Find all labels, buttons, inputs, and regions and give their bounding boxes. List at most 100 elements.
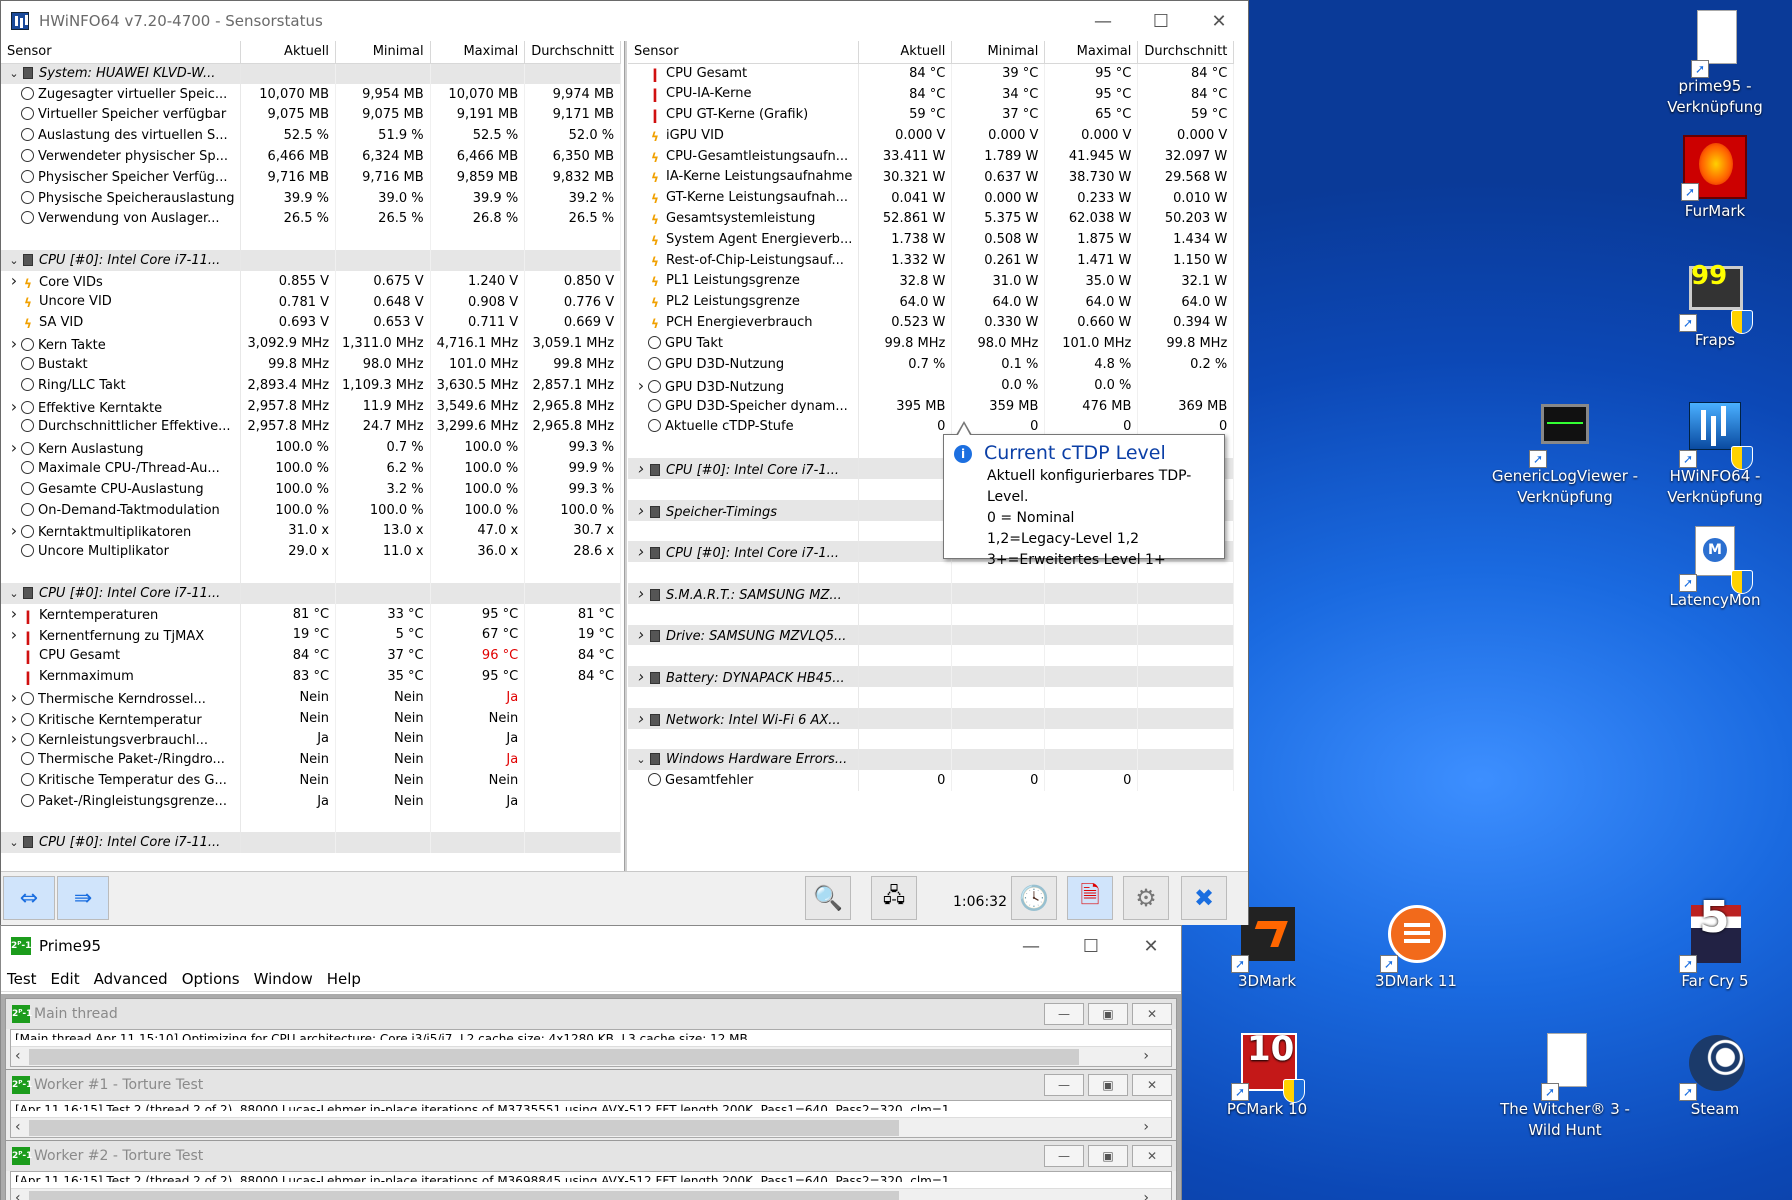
menu-options[interactable]: Options <box>182 970 240 988</box>
horizontal-scrollbar[interactable]: ‹ › <box>11 1188 1171 1200</box>
chevron-right-icon[interactable]: › <box>634 501 648 520</box>
collapse-all-button[interactable]: ⇛ <box>57 876 109 920</box>
sensor-row[interactable]: Ring/LLC Takt 2,893.4 MHz 1,109.3 MHz 3,630… <box>1 374 622 396</box>
menu-window[interactable]: Window <box>254 970 313 988</box>
reset-timer-button[interactable]: 🕓 <box>1011 876 1057 920</box>
chevron-down-icon[interactable]: ⌄ <box>634 753 648 766</box>
column-header[interactable]: Maximal <box>1044 41 1139 64</box>
desktop-icon-latencymon[interactable]: M ➚ LatencyMon <box>1640 524 1790 611</box>
scrollbar-thumb[interactable] <box>29 1120 899 1136</box>
sensor-row[interactable]: ϟ CPU-Gesamtleistungsaufn... 33.411 W 1.789… <box>628 146 1235 167</box>
minimize-button[interactable]: — <box>1044 1074 1084 1096</box>
report-button[interactable]: 🔍 <box>805 876 851 920</box>
sensor-row[interactable]: › Effektive Kerntakte 2,957.8 MHz 11.9 MHz 3… <box>1 395 622 417</box>
sensor-row[interactable]: ϟ iGPU VID 0.000 V 0.000 V 0.000 V 0.000 V <box>628 125 1235 147</box>
chevron-right-icon[interactable]: › <box>7 397 21 416</box>
column-header[interactable]: Durchschnitt <box>1137 41 1235 64</box>
horizontal-scrollbar[interactable]: ‹ › <box>11 1117 1171 1137</box>
chevron-right-icon[interactable]: › <box>634 625 648 644</box>
sensor-group-row[interactable]: › Battery: DYNAPACK HB45... <box>628 666 1235 687</box>
sensor-row[interactable]: Verwendung von Auslager... 26.5 % 26.5 % 26… <box>1 208 622 230</box>
close-button[interactable]: ✕ <box>1190 1 1248 41</box>
logging-button[interactable]: 🗎 <box>1067 876 1113 920</box>
sensor-row[interactable]: ϟ GT-Kerne Leistungsaufnah... 0.041 W 0.000… <box>628 187 1235 209</box>
desktop-icon-genericlogviewer[interactable]: ➚ GenericLogViewer - Verknüpfung <box>1490 400 1640 508</box>
desktop-icon-pcmark10[interactable]: 10 ➚ PCMark 10 <box>1192 1032 1342 1120</box>
chevron-right-icon[interactable]: › <box>7 521 21 540</box>
desktop-icon-fraps[interactable]: 99 ➚ Fraps <box>1640 263 1790 351</box>
sensor-row[interactable]: GPU D3D-Speicher dynam... 395 MB 359 MB 476… <box>628 395 1235 417</box>
sensor-row[interactable]: ǀ CPU Gesamt 84 °C 39 °C 95 °C 84 °C <box>628 63 1235 84</box>
chevron-right-icon[interactable]: › <box>634 459 648 478</box>
sensor-row[interactable]: Gesamte CPU-Auslastung 100.0 % 3.2 % 100.0 … <box>1 478 622 500</box>
chevron-right-icon[interactable]: › <box>7 729 21 748</box>
sensor-row[interactable]: › Kerntaktmultiplikatoren 31.0 x 13.0 x 47.0… <box>1 520 622 542</box>
desktop-icon-furmark[interactable]: ➚ FurMark <box>1640 135 1790 222</box>
close-button[interactable]: ✕ <box>1132 1074 1172 1096</box>
scroll-right-icon[interactable]: › <box>1143 1190 1149 1200</box>
sensor-row[interactable]: ϟ Gesamtsystemleistung 52.861 W 5.375 W 62.0… <box>628 208 1235 230</box>
sensor-row[interactable]: On-Demand-Taktmodulation 100.0 % 100.0 % 10… <box>1 499 622 521</box>
close-button[interactable]: ✕ <box>1121 926 1181 966</box>
sensor-row[interactable]: › Kernleistungsverbrauchl... Ja Nein Ja <box>1 728 622 750</box>
chevron-right-icon[interactable]: › <box>7 688 21 707</box>
sensor-group-row[interactable]: ⌄ System: HUAWEI KLVD-W... <box>1 63 622 84</box>
chevron-down-icon[interactable]: ⌄ <box>7 254 21 267</box>
sensor-pane-left[interactable]: Sensor Aktuell Minimal Maximal Durchschnitt … <box>1 41 624 871</box>
desktop-icon-steam[interactable]: ➚ Steam <box>1640 1033 1790 1120</box>
chevron-right-icon[interactable]: › <box>7 438 21 457</box>
sensor-row[interactable]: Paket-/Ringleistungsgrenze... Ja Nein Ja <box>1 790 622 812</box>
network-button[interactable]: 🖧 <box>871 876 917 920</box>
horizontal-scrollbar[interactable]: ‹ › <box>11 1046 1171 1066</box>
chevron-right-icon[interactable]: › <box>7 334 21 353</box>
sensor-row[interactable]: Thermische Paket-/Ringdro... Nein Nein Ja <box>1 749 622 771</box>
close-button[interactable]: ✕ <box>1132 1145 1172 1167</box>
sensor-row[interactable]: Verwendeter physischer Sp... 6,466 MB 6,32… <box>1 146 622 167</box>
sensor-row[interactable]: › ǀ Kernentfernung zu TjMAX 19 °C 5 °C 67 °C 1… <box>1 624 622 646</box>
sensor-row[interactable]: ϟ SA VID 0.693 V 0.653 V 0.711 V 0.669 V <box>1 312 622 334</box>
sensor-row[interactable]: › Kern Auslastung 100.0 % 0.7 % 100.0 % 99.3 … <box>1 437 622 459</box>
sensor-group-row[interactable]: ⌄ CPU [#0]: Intel Core i7-11... <box>1 582 622 604</box>
maximize-button[interactable]: ☐ <box>1061 926 1121 966</box>
scroll-right-icon[interactable]: › <box>1143 1048 1149 1064</box>
sensor-group-row[interactable]: ⌄ CPU [#0]: Intel Core i7-11... <box>1 250 622 271</box>
chevron-right-icon[interactable]: › <box>634 376 648 395</box>
chevron-right-icon[interactable]: › <box>7 709 21 728</box>
sensor-row[interactable]: Maximale CPU-/Thread-Au... 100.0 % 6.2 % 10… <box>1 458 622 479</box>
sensor-row[interactable]: ϟ PCH Energieverbrauch 0.523 W 0.330 W 0.660… <box>628 312 1235 334</box>
sensor-group-row[interactable]: › Network: Intel Wi-Fi 6 AX... <box>628 707 1235 729</box>
sensor-row[interactable]: Zugesagter virtueller Speic... 10,070 MB 9… <box>1 83 622 105</box>
scrollbar-thumb[interactable] <box>29 1191 899 1200</box>
sensor-row[interactable]: GPU Takt 99.8 MHz 98.0 MHz 101.0 MHz 99.8 MH… <box>628 333 1235 355</box>
pane-splitter[interactable] <box>624 41 627 871</box>
sensor-row[interactable]: › Thermische Kerndrossel... Nein Nein Ja <box>1 686 622 708</box>
expand-all-button[interactable]: ⇔ <box>3 876 55 920</box>
scroll-right-icon[interactable]: › <box>1143 1119 1149 1135</box>
sensor-group-row[interactable]: ⌄ CPU [#0]: Intel Core i7-11... <box>1 832 622 854</box>
menu-advanced[interactable]: Advanced <box>94 970 168 988</box>
sensor-row[interactable]: Auslastung des virtuellen S... 52.5 % 51.9… <box>1 125 622 147</box>
scroll-left-icon[interactable]: ‹ <box>15 1048 21 1064</box>
child-titlebar[interactable]: 2ᴾ-1 Worker #2 - Torture Test — ▣ ✕ <box>6 1141 1176 1171</box>
chevron-right-icon[interactable]: › <box>634 667 648 686</box>
sensor-row[interactable]: › Kritische Kerntemperatur Nein Nein Nein <box>1 707 622 729</box>
sensor-row[interactable]: Bustakt 99.8 MHz 98.0 MHz 101.0 MHz 99.8 MHz <box>1 354 622 375</box>
sensor-row[interactable]: GPU D3D-Nutzung 0.7 % 0.1 % 4.8 % 0.2 % <box>628 354 1235 375</box>
sensor-row[interactable]: Durchschnittlicher Effektive... 2,957.8 M… <box>1 416 622 438</box>
sensor-row[interactable]: ϟ System Agent Energieverb... 1.738 W 0.508… <box>628 229 1235 251</box>
scrollbar-thumb[interactable] <box>29 1049 1079 1065</box>
menu-edit[interactable]: Edit <box>51 970 80 988</box>
desktop-icon-witcher3[interactable]: ➚ The Witcher® 3 - Wild Hunt <box>1490 1033 1640 1141</box>
minimize-button[interactable]: — <box>1001 926 1061 966</box>
log-output[interactable]: [Main thread Apr 11 15:10] Optimizing fo… <box>10 1029 1172 1067</box>
sensor-row[interactable]: ϟ Rest-of-Chip-Leistungsauf... 1.332 W 0.26… <box>628 250 1235 271</box>
sensor-row[interactable]: Physischer Speicher Verfüg... 9,716 MB 9,7… <box>1 166 622 188</box>
exit-button[interactable]: ✖ <box>1181 876 1227 920</box>
child-titlebar[interactable]: 2ᴾ-1 Main thread — ▣ ✕ <box>6 999 1176 1029</box>
desktop-icon-farcry5[interactable]: 5 ➚ Far Cry 5 <box>1640 896 1790 992</box>
chevron-down-icon[interactable]: ⌄ <box>7 836 21 849</box>
sensor-group-row[interactable]: › S.M.A.R.T.: SAMSUNG MZ... <box>628 582 1235 604</box>
column-header[interactable]: Durchschnitt <box>524 41 622 64</box>
sensor-row[interactable]: ϟ PL2 Leistungsgrenze 64.0 W 64.0 W 64.0 W 64… <box>628 291 1235 313</box>
settings-button[interactable]: ⚙ <box>1123 876 1169 920</box>
